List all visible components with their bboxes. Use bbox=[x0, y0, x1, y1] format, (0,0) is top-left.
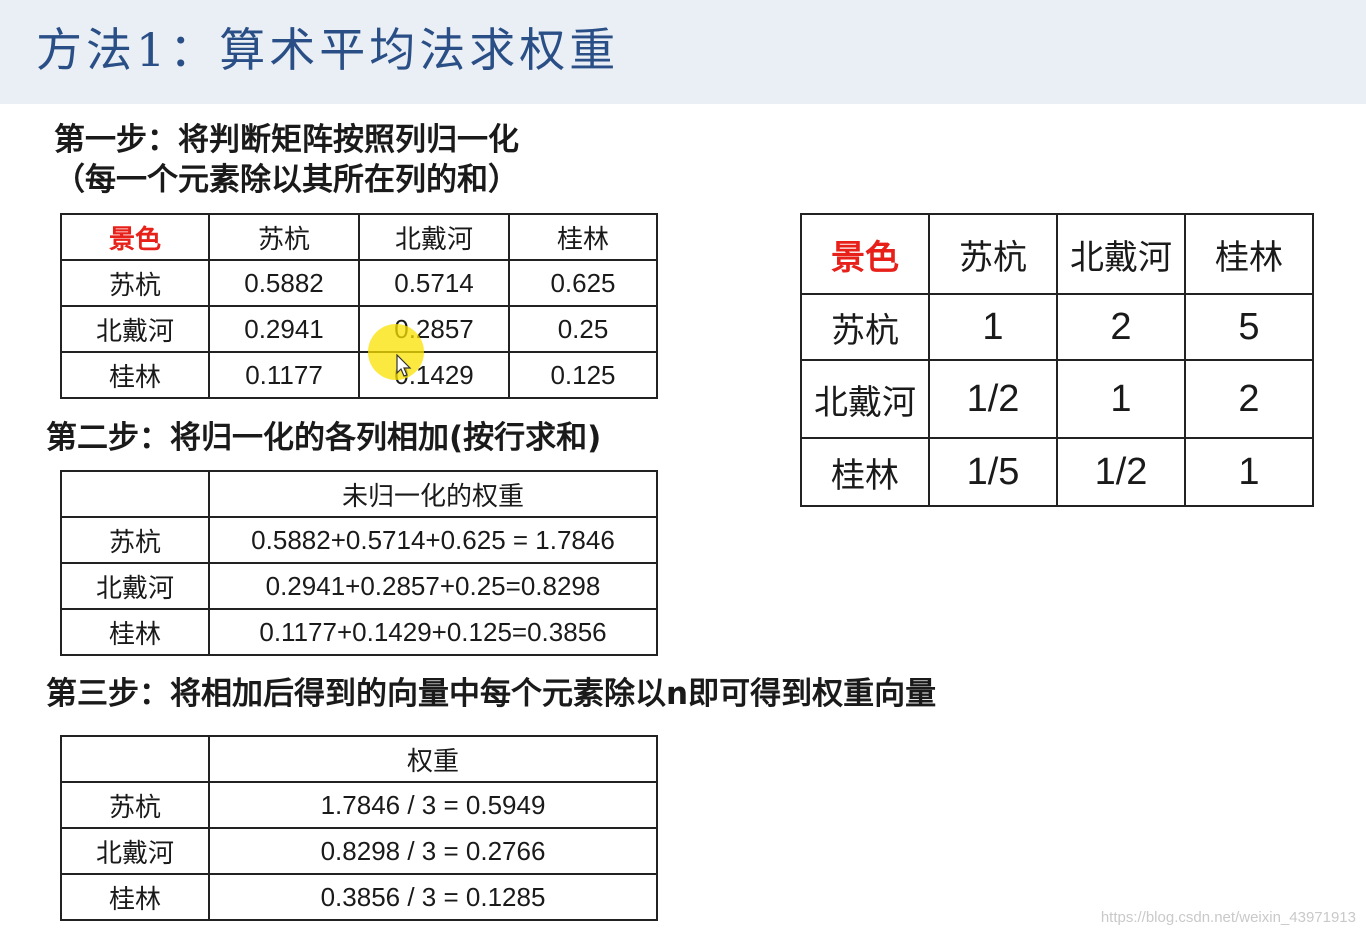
mouse-pointer-icon bbox=[396, 354, 412, 377]
row-header-guilin: 桂林 bbox=[800, 437, 930, 507]
table-cell: 5 bbox=[1184, 293, 1314, 361]
table-cell: 0.8298 / 3 = 0.2766 bbox=[208, 827, 658, 875]
row-header-beidaihe: 北戴河 bbox=[60, 305, 210, 353]
slide-title: 方法1：算术平均法求权重 bbox=[36, 23, 620, 77]
table-row: 北戴河 0.2941+0.2857+0.25=0.8298 bbox=[60, 562, 658, 610]
step1-note: （每一个元素除以其所在列的和） bbox=[54, 162, 519, 198]
step1-heading: 第一步：将判断矩阵按照列归一化 bbox=[54, 122, 519, 158]
row-header-beidaihe: 北戴河 bbox=[60, 562, 210, 610]
table-cell: 1 bbox=[1184, 437, 1314, 507]
table-row: 北戴河 1/2 1 2 bbox=[800, 359, 1314, 439]
table-cell: 0.2941+0.2857+0.25=0.8298 bbox=[208, 562, 658, 610]
col-header-beidaihe: 北戴河 bbox=[1056, 213, 1186, 295]
table-cell: 0.125 bbox=[508, 351, 658, 399]
table-cell: 0.1177+0.1429+0.125=0.3856 bbox=[208, 608, 658, 656]
table-row: 桂林 0.1177+0.1429+0.125=0.3856 bbox=[60, 608, 658, 656]
step3-heading: 第三步：将相加后得到的向量中每个元素除以n即可得到权重向量 bbox=[46, 676, 937, 712]
weight-table: 权重 苏杭 1.7846 / 3 = 0.5949 北戴河 0.8298 / 3… bbox=[60, 735, 658, 921]
table-cell: 1.7846 / 3 = 0.5949 bbox=[208, 781, 658, 829]
row-header-beidaihe: 北戴河 bbox=[800, 359, 930, 439]
table-row: 苏杭 0.5882+0.5714+0.625 = 1.7846 bbox=[60, 516, 658, 564]
col-header-guilin: 桂林 bbox=[508, 213, 658, 261]
table-cell: 0.5882+0.5714+0.625 = 1.7846 bbox=[208, 516, 658, 564]
row-header-suhang: 苏杭 bbox=[60, 259, 210, 307]
header-scenery: 景色 bbox=[60, 213, 210, 261]
table-row: 苏杭 1 2 5 bbox=[800, 293, 1314, 361]
col-header-beidaihe: 北戴河 bbox=[358, 213, 510, 261]
judgment-matrix-table: 景色 苏杭 北戴河 桂林 苏杭 1 2 5 北戴河 1/2 1 2 桂林 1/5… bbox=[800, 213, 1314, 507]
table-cell: 2 bbox=[1184, 359, 1314, 439]
table-row: 桂林 1/5 1/2 1 bbox=[800, 437, 1314, 507]
col-header-weight: 权重 bbox=[208, 735, 658, 783]
normalized-matrix-table: 景色 苏杭 北戴河 桂林 苏杭 0.5882 0.5714 0.625 北戴河 … bbox=[60, 213, 658, 399]
table-cell: 0.2941 bbox=[208, 305, 360, 353]
table-cell: 1 bbox=[928, 293, 1058, 361]
table-cell: 1/2 bbox=[928, 359, 1058, 439]
col-header-guilin: 桂林 bbox=[1184, 213, 1314, 295]
table-cell: 1/5 bbox=[928, 437, 1058, 507]
table-cell: 0.25 bbox=[508, 305, 658, 353]
header-scenery: 景色 bbox=[800, 213, 930, 295]
table-cell: 0.1177 bbox=[208, 351, 360, 399]
row-sum-table: 未归一化的权重 苏杭 0.5882+0.5714+0.625 = 1.7846 … bbox=[60, 470, 658, 656]
row-header-beidaihe: 北戴河 bbox=[60, 827, 210, 875]
empty-corner-cell bbox=[60, 470, 210, 518]
title-banner: 方法1：算术平均法求权重 bbox=[0, 0, 1366, 104]
table-row: 景色 苏杭 北戴河 桂林 bbox=[800, 213, 1314, 295]
table-row: 桂林 0.3856 / 3 = 0.1285 bbox=[60, 873, 658, 921]
table-cell: 0.625 bbox=[508, 259, 658, 307]
col-header-suhang: 苏杭 bbox=[928, 213, 1058, 295]
table-row: 北戴河 0.2941 0.2857 0.25 bbox=[60, 305, 658, 353]
col-header-suhang: 苏杭 bbox=[208, 213, 360, 261]
row-header-guilin: 桂林 bbox=[60, 873, 210, 921]
col-header-unnormalized-weight: 未归一化的权重 bbox=[208, 470, 658, 518]
table-row: 北戴河 0.8298 / 3 = 0.2766 bbox=[60, 827, 658, 875]
empty-corner-cell bbox=[60, 735, 210, 783]
table-cell: 1/2 bbox=[1056, 437, 1186, 507]
table-cell: 0.5714 bbox=[358, 259, 510, 307]
table-row: 景色 苏杭 北戴河 桂林 bbox=[60, 213, 658, 261]
row-header-guilin: 桂林 bbox=[60, 608, 210, 656]
table-row: 未归一化的权重 bbox=[60, 470, 658, 518]
row-header-suhang: 苏杭 bbox=[60, 781, 210, 829]
table-cell: 1 bbox=[1056, 359, 1186, 439]
table-row: 桂林 0.1177 0.1429 0.125 bbox=[60, 351, 658, 399]
step2-heading: 第二步：将归一化的各列相加(按行求和) bbox=[46, 420, 602, 456]
table-row: 苏杭 1.7846 / 3 = 0.5949 bbox=[60, 781, 658, 829]
row-header-guilin: 桂林 bbox=[60, 351, 210, 399]
table-cell: 0.5882 bbox=[208, 259, 360, 307]
table-row: 权重 bbox=[60, 735, 658, 783]
row-header-suhang: 苏杭 bbox=[800, 293, 930, 361]
watermark: https://blog.csdn.net/weixin_43971913 bbox=[1100, 909, 1356, 926]
row-header-suhang: 苏杭 bbox=[60, 516, 210, 564]
table-cell: 2 bbox=[1056, 293, 1186, 361]
table-row: 苏杭 0.5882 0.5714 0.625 bbox=[60, 259, 658, 307]
table-cell: 0.3856 / 3 = 0.1285 bbox=[208, 873, 658, 921]
